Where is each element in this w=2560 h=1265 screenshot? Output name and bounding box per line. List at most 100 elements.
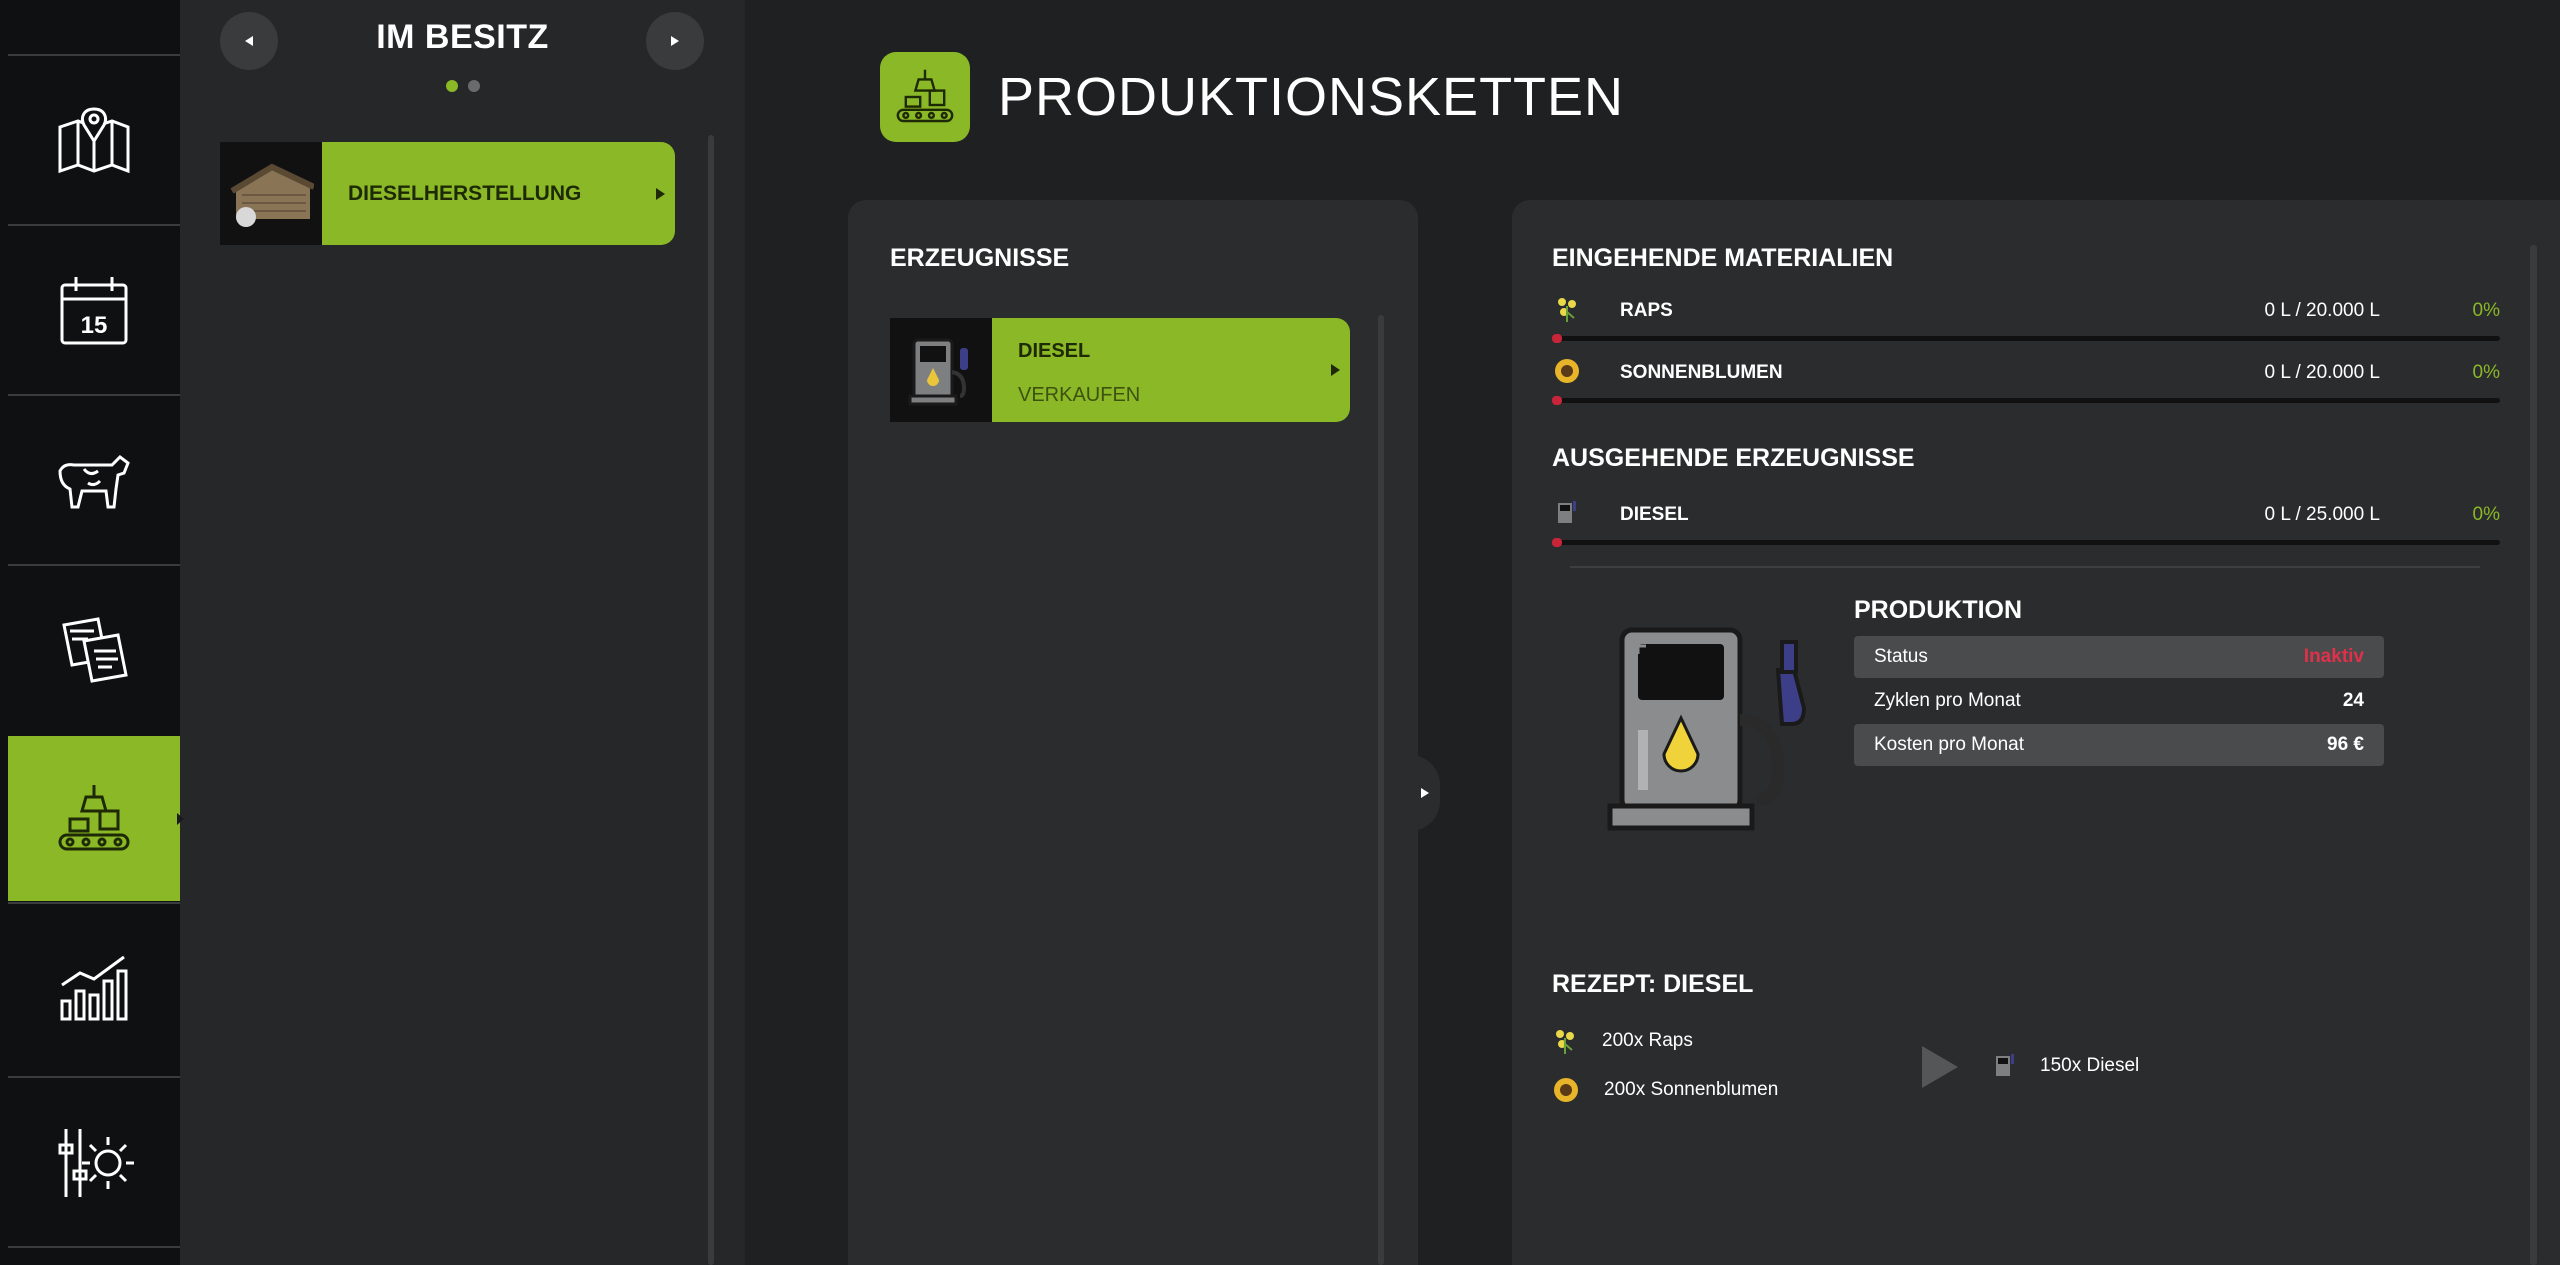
incoming-heading: EINGEHENDE MATERIALIEN (1552, 244, 1894, 272)
fill-level (1552, 334, 1562, 343)
nav-divider (8, 1076, 180, 1078)
material-amount: 0 L / 20.000 L (2264, 300, 2380, 321)
owned-item-text: DIESELHERSTELLUNG (348, 181, 582, 205)
owned-item-dieselherstellung[interactable]: DIESELHERSTELLUNG (220, 142, 675, 245)
product-item-diesel[interactable]: DIESEL VERKAUFEN (890, 318, 1350, 422)
material-amount: 0 L / 20.000 L (2264, 362, 2380, 383)
production-heading: PRODUKTION (1854, 596, 2023, 624)
contracts-icon (62, 616, 128, 683)
owned-scrollbar[interactable] (708, 135, 714, 1265)
material-name: SONNENBLUMEN (1620, 362, 1783, 383)
material-fill-bar (1552, 396, 2500, 405)
product-action: VERKAUFEN (1018, 384, 1141, 406)
material-name: DIESEL (1620, 504, 1689, 525)
stat-label: Zyklen pro Monat (1874, 690, 2021, 711)
nav-item-contracts[interactable] (8, 568, 180, 733)
chevron-right-icon (1331, 364, 1340, 376)
diesel-icon (1996, 1054, 2014, 1076)
cost-value: 96 € (2327, 734, 2364, 755)
canola-icon (1556, 1030, 1574, 1054)
section-divider (1570, 566, 2480, 568)
recipe-output-text: 150x Diesel (2040, 1055, 2140, 1076)
nav-item-statistics[interactable] (8, 906, 180, 1071)
page-dot[interactable] (445, 80, 458, 92)
material-amount: 0 L / 25.000 L (2264, 504, 2380, 525)
page-header: PRODUKTIONSKETTEN (880, 52, 1624, 142)
main-nav: 15 (0, 0, 194, 1265)
page-indicator (180, 80, 745, 92)
nav-item-calendar[interactable]: 15 (8, 228, 180, 393)
statistics-icon (60, 955, 128, 1020)
production-building-thumbnail (220, 142, 322, 245)
product-thumbnail (890, 318, 992, 422)
production-cycles-row: Zyklen pro Monat 24 (1854, 680, 2384, 722)
stat-label: Kosten pro Monat (1874, 734, 2024, 755)
panel-expand-button[interactable] (1410, 755, 1440, 831)
production-icon (58, 784, 130, 850)
next-page-button[interactable] (646, 12, 704, 70)
stat-label: Status (1874, 646, 1928, 667)
outgoing-heading: AUSGEHENDE ERZEUGNISSE (1552, 444, 1915, 472)
material-percent: 0% (2472, 504, 2500, 525)
sunflower-icon (1552, 356, 1582, 386)
nav-item-settings[interactable] (8, 1080, 180, 1245)
details-scrollbar[interactable] (2530, 245, 2537, 1265)
sunflower-icon (1554, 1078, 1578, 1102)
production-screen: 15 IM BESITZ DIESELHERSTELLUNG PRODUKTIO… (0, 0, 2560, 1265)
material-fill-bar (1552, 334, 2500, 343)
chevron-right-icon (671, 36, 679, 46)
production-status-row: Status Inaktiv (1854, 636, 2384, 678)
nav-divider (8, 564, 180, 566)
incoming-row-raps: RAPS 0 L / 20.000 L 0% (1552, 294, 2500, 344)
fill-level (1552, 538, 1562, 547)
chevron-right-icon (1421, 788, 1429, 798)
nav-item-map[interactable] (8, 58, 180, 223)
nav-divider (8, 1246, 180, 1248)
incoming-row-sonnenblumen: SONNENBLUMEN 0 L / 20.000 L 0% (1552, 356, 2500, 406)
svg-text:15: 15 (81, 312, 108, 339)
recipe-input-sonnenblumen: 200x Sonnenblumen (1552, 1076, 1778, 1104)
shed-icon (230, 163, 314, 227)
recipe-input-text: 200x Raps (1602, 1030, 1693, 1051)
material-name: RAPS (1620, 300, 1673, 321)
status-value: Inaktiv (2303, 646, 2364, 667)
fuel-pump-icon (908, 338, 968, 406)
owned-panel: IM BESITZ DIESELHERSTELLUNG (180, 0, 745, 1265)
production-cost-row: Kosten pro Monat 96 € (1854, 724, 2384, 766)
calendar-icon: 15 (60, 276, 128, 344)
material-percent: 0% (2472, 300, 2500, 321)
cow-icon (58, 454, 130, 508)
owned-item-label: DIESELHERSTELLUNG (322, 142, 675, 245)
cycles-value: 24 (2342, 690, 2364, 711)
nav-item-animals[interactable] (8, 398, 180, 563)
chevron-right-icon (656, 187, 665, 200)
material-fill-bar (1552, 538, 2500, 547)
settings-icon (58, 1128, 134, 1197)
products-heading: ERZEUGNISSE (890, 244, 1070, 272)
material-percent: 0% (2472, 362, 2500, 383)
page-dot[interactable] (467, 80, 480, 92)
nav-divider (8, 394, 180, 396)
recipe-input-raps: 200x Raps (1552, 1028, 1693, 1054)
outgoing-row-diesel: DIESEL 0 L / 25.000 L 0% (1552, 498, 2500, 548)
diesel-icon (1552, 498, 1582, 528)
products-panel: ERZEUGNISSE DIESEL VERKAUFEN (848, 200, 1418, 1265)
nav-item-production[interactable] (8, 736, 194, 901)
recipe-arrow-icon (1922, 1046, 1958, 1088)
map-icon (58, 106, 130, 173)
recipe-heading: REZEPT: DIESEL (1552, 970, 1754, 998)
recipe-input-text: 200x Sonnenblumen (1604, 1079, 1779, 1100)
products-scrollbar[interactable] (1378, 315, 1384, 1265)
fuel-pump-icon (1607, 627, 1807, 831)
product-label: DIESEL VERKAUFEN (992, 318, 1350, 422)
product-name: DIESEL (1018, 340, 1091, 362)
details-panel: EINGEHENDE MATERIALIEN RAPS 0 L / 20.000… (1512, 200, 2560, 1265)
fuel-pump-illustration (1602, 610, 1842, 845)
fill-level (1552, 396, 1562, 405)
recipe-output-diesel: 150x Diesel (1994, 1052, 2139, 1080)
nav-divider (8, 902, 180, 904)
canola-icon (1552, 294, 1582, 324)
nav-divider (8, 224, 180, 226)
production-icon (880, 52, 970, 142)
page-title: PRODUKTIONSKETTEN (998, 67, 1625, 127)
